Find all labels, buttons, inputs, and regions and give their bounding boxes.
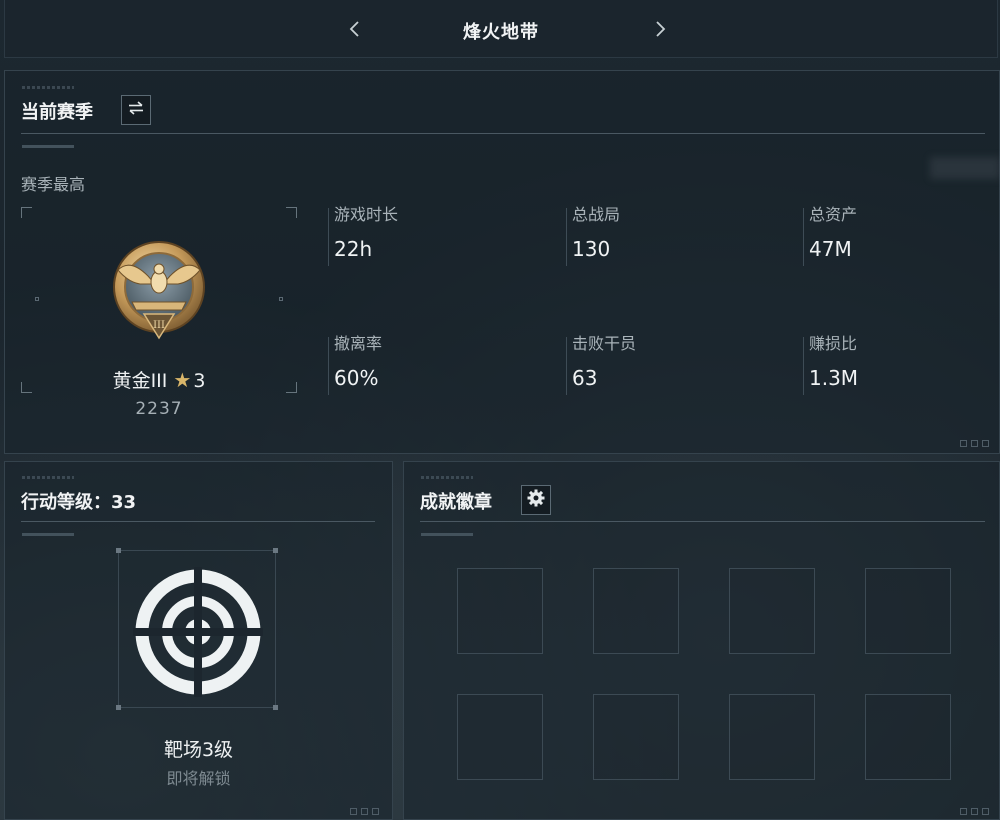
badge-slot[interactable] — [729, 568, 815, 654]
action-level-divider — [21, 521, 375, 522]
star-icon: ★ — [173, 368, 192, 392]
decor-micro-text — [421, 476, 473, 479]
badge-settings-button[interactable] — [521, 485, 551, 515]
rank-score: 2237 — [135, 399, 183, 419]
mode-title: 烽火地带 — [463, 22, 539, 43]
decor-bar — [22, 533, 74, 536]
badge-slot[interactable] — [729, 694, 815, 780]
season-switch-button[interactable] — [121, 95, 151, 125]
stat-total-assets: 总资产 47M — [803, 205, 1000, 266]
stat-label: 总资产 — [809, 205, 858, 224]
stat-value: 60% — [334, 366, 379, 390]
svg-text:III: III — [153, 320, 165, 331]
badges-heading: 成就徽章 — [420, 492, 492, 513]
season-best-label: 赛季最高 — [21, 175, 86, 194]
rank-name: 黄金III ★ 3 — [21, 366, 297, 393]
badge-slot[interactable] — [457, 694, 543, 780]
stat-operators-defeated: 击败干员 63 — [566, 334, 766, 395]
level-name: 靶场3级 — [163, 739, 234, 761]
decor-micro-text — [22, 476, 74, 479]
stat-value: 22h — [334, 237, 373, 261]
stat-label: 游戏时长 — [334, 205, 399, 224]
page: 烽火地带 当前赛季 赛季最高 III 黄金III ★ 3 2237 游戏时长 2… — [0, 0, 1000, 820]
chevron-right-icon[interactable] — [648, 14, 672, 44]
decor-micro-text — [22, 86, 74, 89]
swap-arrows-icon — [126, 98, 146, 122]
decor-blur — [930, 157, 1000, 179]
stat-extraction-rate: 撤离率 60% — [328, 334, 528, 395]
stat-value: 130 — [572, 237, 611, 261]
gear-icon — [526, 488, 546, 512]
stat-total-matches: 总战局 130 — [566, 205, 766, 266]
target-reticle-icon — [133, 567, 263, 697]
stat-profit-loss-ratio: 赚损比 1.3M — [803, 334, 1000, 395]
stat-value: 63 — [572, 366, 598, 390]
level-unlock-status: 即将解锁 — [166, 769, 231, 788]
stat-label: 赚损比 — [809, 334, 858, 353]
stat-label: 总战局 — [572, 205, 621, 224]
stat-play-time: 游戏时长 22h — [328, 205, 528, 266]
decor-squares — [350, 808, 379, 815]
mode-switch-bar: 烽火地带 — [4, 0, 998, 58]
rank-title: 黄金III — [112, 370, 168, 392]
stat-value: 47M — [809, 237, 852, 261]
rank-stars: 3 — [193, 370, 206, 392]
stat-label: 击败干员 — [572, 334, 637, 353]
badge-slot[interactable] — [865, 694, 951, 780]
stat-label: 撤离率 — [334, 334, 383, 353]
stat-value: 1.3M — [809, 366, 859, 390]
badge-slot[interactable] — [865, 568, 951, 654]
badge-slot[interactable] — [457, 568, 543, 654]
decor-squares — [960, 808, 989, 815]
gold-eagle-rank-emblem-icon: III — [110, 240, 208, 346]
badge-slot[interactable] — [593, 568, 679, 654]
action-level-heading: 行动等级：33 — [21, 492, 137, 513]
season-heading-divider — [21, 133, 985, 134]
season-heading: 当前赛季 — [21, 102, 93, 123]
decor-bar — [22, 145, 74, 148]
badges-divider — [420, 521, 985, 522]
badge-slot[interactable] — [593, 694, 679, 780]
decor-bar — [421, 533, 473, 536]
decor-squares — [960, 440, 989, 447]
